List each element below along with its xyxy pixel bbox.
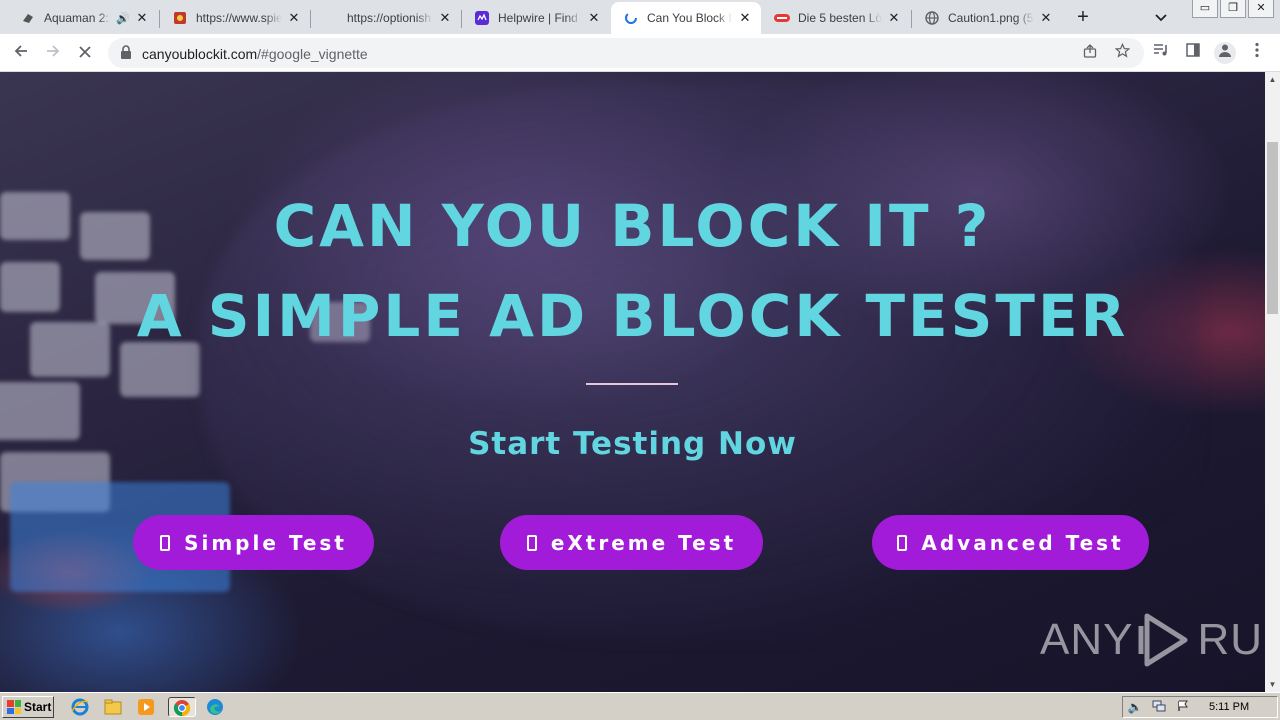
scroll-down-arrow-icon[interactable]: ▼ [1265,677,1280,692]
page-title-line-1: CAN YOU BLOCK IT ? [273,192,992,260]
tab-title: Can You Block It ? [647,11,733,25]
mobile-icon [897,534,908,551]
internet-explorer-icon[interactable] [70,697,90,717]
tab-strip: Aquaman 2: T 🔊 ✕ https://www.spiele ✕ ht… [0,0,1280,34]
profile-avatar[interactable] [1214,42,1236,64]
tab-title: https://www.spiele [196,11,282,25]
network-icon[interactable] [1151,700,1167,714]
action-center-flag-icon[interactable] [1175,700,1191,714]
chevron-down-icon [1155,14,1167,22]
url-host: canyoublockit.com [142,46,258,62]
bookmark-star-icon[interactable] [1112,42,1132,63]
browser-toolbar: canyoublockit.com/#google_vignette [0,34,1280,72]
close-icon[interactable]: ✕ [737,10,753,26]
extreme-test-label: eXtreme Test [550,530,737,555]
title-divider [586,383,678,385]
mobile-icon [160,534,171,551]
start-button[interactable]: Start [2,696,54,718]
tab-aquaman[interactable]: Aquaman 2: T 🔊 ✕ [8,2,158,34]
address-bar[interactable]: canyoublockit.com/#google_vignette [108,38,1144,68]
loading-favicon-icon [623,10,639,26]
stop-loading-button[interactable] [72,40,98,66]
file-explorer-icon[interactable] [103,697,123,717]
close-icon [79,46,91,58]
share-icon[interactable] [1080,43,1100,63]
chrome-icon [173,700,191,717]
back-button[interactable] [8,40,34,66]
aquaman-favicon-icon [20,10,36,26]
restore-button[interactable]: ❐ [1220,0,1246,18]
close-icon[interactable]: ✕ [886,10,902,26]
advanced-test-button[interactable]: Advanced Test [872,515,1149,570]
anyrun-watermark: ANY RUN [1040,610,1265,670]
tab-title: Die 5 besten Lösu [798,11,882,25]
edge-icon[interactable] [205,697,225,717]
start-label: Start [24,700,52,714]
user-icon [1219,44,1231,57]
simple-test-button[interactable]: Simple Test [133,515,374,570]
mobile-icon [526,534,537,551]
close-icon[interactable]: ✕ [286,10,302,26]
advanced-test-label: Advanced Test [921,530,1124,555]
minimize-button[interactable]: ▭ [1192,0,1218,18]
taskbar-clock[interactable]: 5:11 PM [1209,701,1249,713]
globe-favicon-icon [924,10,940,26]
url-path: /#google_vignette [257,46,368,62]
close-window-button[interactable]: ✕ [1248,0,1274,18]
page-scrollbar[interactable]: ▲ ▼ [1265,72,1280,692]
volume-icon[interactable]: 🔈 [1127,700,1143,714]
windows-taskbar: Start 🔈 5:11 PM [0,692,1280,720]
window-controls: ▭ ❐ ✕ [1190,0,1274,18]
tab-spiele[interactable]: https://www.spiele ✕ [160,2,310,34]
tab-helpwire[interactable]: Helpwire | Find the ✕ [462,2,610,34]
forward-button[interactable] [40,40,66,66]
close-icon[interactable]: ✕ [437,10,453,26]
new-tab-button[interactable]: + [1070,5,1096,31]
more-vertical-icon [1255,42,1259,58]
close-icon[interactable]: ✕ [1038,10,1054,26]
browser-menu-button[interactable] [1246,42,1268,64]
page-title-line-2: A SIMPLE AD BLOCK TESTER [136,282,1129,350]
scroll-up-arrow-icon[interactable]: ▲ [1265,72,1280,87]
page-viewport: CAN YOU BLOCK IT ? A SIMPLE AD BLOCK TES… [0,72,1265,692]
lock-icon [121,45,131,59]
url-text[interactable]: canyoublockit.com/#google_vignette [142,46,368,62]
arrow-left-icon [14,45,27,57]
chrome-taskbar-button[interactable] [168,697,196,717]
windows-flag-icon [7,700,21,714]
close-icon[interactable]: ✕ [586,10,602,26]
red-favicon-icon [774,10,790,26]
side-panel-icon[interactable] [1182,42,1204,64]
close-icon[interactable]: ✕ [134,10,150,26]
scrollbar-thumb[interactable] [1267,142,1278,314]
extreme-test-button[interactable]: eXtreme Test [500,515,763,570]
tab-optionish[interactable]: https://optionish.c ✕ [311,2,461,34]
arrow-right-icon [47,45,60,57]
tab-search-button[interactable] [1150,6,1172,28]
tab-title: https://optionish.c [347,11,433,25]
watermark-right: RUN [1197,615,1265,664]
spiele-favicon-icon [172,10,188,26]
media-player-icon[interactable] [136,697,156,717]
tab-title: Caution1.png (57 [948,11,1034,25]
watermark-left: ANY [1040,615,1134,664]
blank-favicon-icon [323,10,339,26]
tab-die-5-besten[interactable]: Die 5 besten Lösu ✕ [762,2,910,34]
system-tray: 🔈 5:11 PM [1122,696,1278,718]
tab-canyoublockit[interactable]: Can You Block It ? ✕ [611,2,761,34]
helpwire-favicon-icon [474,10,490,26]
simple-test-label: Simple Test [184,530,347,555]
start-testing-heading: Start Testing Now [468,426,797,462]
tab-title: Aquaman 2: T [44,11,113,25]
tab-caution-png[interactable]: Caution1.png (57 ✕ [912,2,1062,34]
media-control-icon[interactable] [1150,42,1172,64]
play-logo-icon [1138,613,1188,667]
tab-title: Helpwire | Find the [498,11,582,25]
speaker-icon[interactable]: 🔊 [116,12,130,25]
